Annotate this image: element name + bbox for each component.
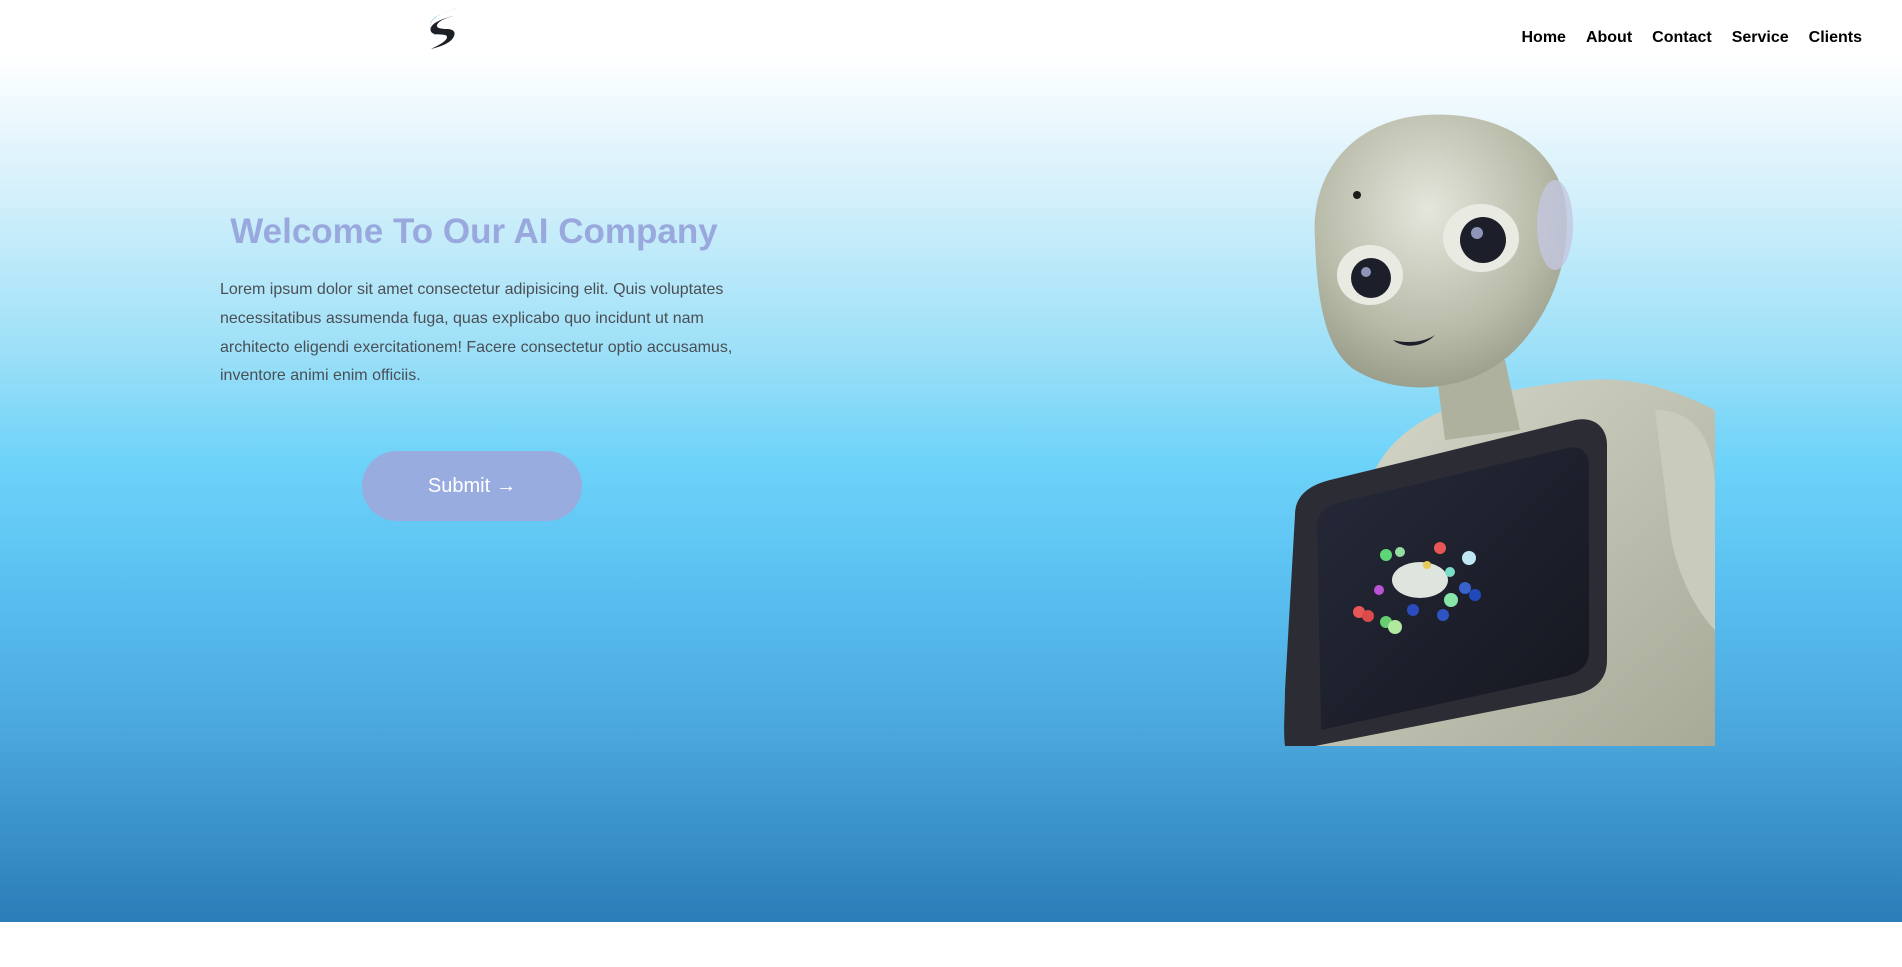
submit-button[interactable]: Submit → <box>362 451 582 521</box>
arrow-right-icon: → <box>496 474 517 497</box>
nav-home[interactable]: Home <box>1522 28 1566 48</box>
nav-clients[interactable]: Clients <box>1809 28 1862 48</box>
hero-title: Welcome To Our AI Company <box>230 212 718 251</box>
logo-icon[interactable] <box>425 5 465 51</box>
nav-contact[interactable]: Contact <box>1652 28 1712 48</box>
submit-label: Submit <box>427 474 491 497</box>
nav-service[interactable]: Service <box>1732 28 1789 48</box>
hero-section: Home About Contact Service Clients Welco… <box>0 0 1902 922</box>
nav-about[interactable]: About <box>1586 28 1632 48</box>
main-nav: Home About Contact Service Clients <box>1502 28 1863 48</box>
hero-description: Lorem ipsum dolor sit amet consectetur a… <box>220 281 733 385</box>
robot-image <box>1284 114 1715 746</box>
